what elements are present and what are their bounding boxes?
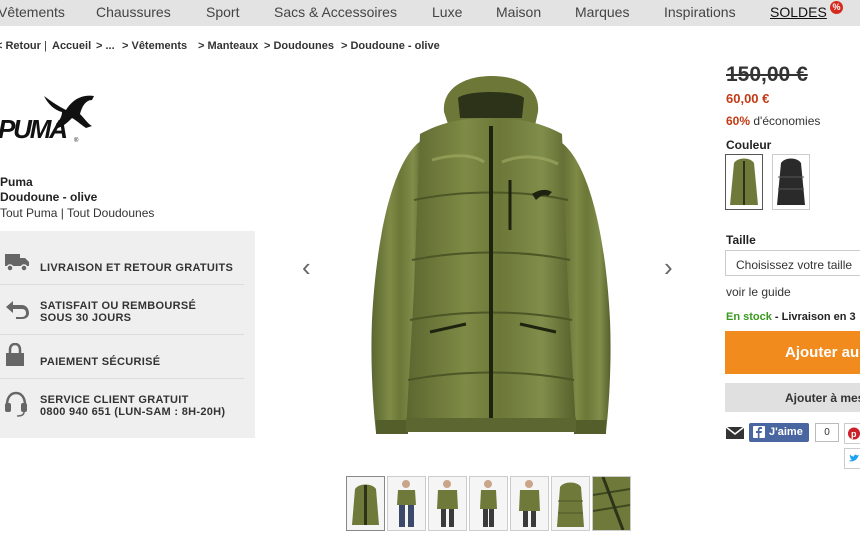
brand-logo[interactable]: PUMA ® — [0, 92, 100, 153]
service-box: LIVRAISON ET RETOUR GRATUITS SATISFAIT O… — [0, 231, 255, 438]
twitter-icon — [849, 454, 859, 462]
product-main-image[interactable] — [362, 70, 620, 442]
headset-icon — [4, 391, 28, 422]
logo-wordmark: PUMA — [0, 114, 68, 144]
nav-item-sacs-accessoires[interactable]: Sacs & Accessoires — [274, 4, 397, 20]
nav-item-inspirations[interactable]: Inspirations — [664, 4, 736, 20]
size-guide-link[interactable]: voir le guide — [726, 285, 791, 299]
stock-label: En stock — [726, 311, 772, 323]
service-customer-line2: 0800 940 651 (LUN-SAM : 8H-20H) — [40, 406, 226, 418]
nav-item-maison[interactable]: Maison — [496, 4, 541, 20]
email-share-icon[interactable] — [725, 425, 745, 446]
nav-item-vetements[interactable]: Vêtements — [0, 4, 65, 20]
thumbnail-5[interactable] — [510, 476, 549, 531]
breadcrumb-manteaux-link[interactable]: > Manteaux — [198, 40, 258, 52]
svg-text:®: ® — [74, 137, 79, 144]
stock-status: En stock - Livraison en 3 — [726, 311, 856, 323]
all-category-link[interactable]: Tout Doudounes — [67, 206, 154, 220]
brand-info: Puma Doudoune - olive Tout Puma | Tout D… — [0, 175, 154, 221]
nav-item-sport[interactable]: Sport — [206, 4, 239, 20]
add-to-cart-button[interactable]: Ajouter au — [725, 331, 860, 374]
color-swatch-olive[interactable] — [725, 154, 763, 210]
color-label: Couleur — [726, 138, 772, 152]
product-name: Doudoune - olive — [0, 190, 98, 204]
savings-percent: 60% — [726, 114, 751, 128]
link-separator: | — [60, 206, 64, 220]
breadcrumb-home-link[interactable]: Accueil — [52, 40, 91, 52]
gallery-next-arrow-icon[interactable]: › — [664, 252, 673, 283]
facebook-icon — [753, 426, 765, 438]
thumbnail-7[interactable] — [592, 476, 631, 531]
breadcrumb-ellipsis-link[interactable]: > ... — [96, 40, 115, 52]
thumbnail-6[interactable] — [551, 476, 590, 531]
lock-icon — [4, 342, 26, 372]
service-payment-line1: PAIEMENT SÉCURISÉ — [40, 356, 161, 368]
jacket-illustration — [371, 76, 611, 434]
divider — [0, 378, 244, 379]
savings-text: 60% d'économies — [726, 114, 820, 128]
facebook-like-count: 0 — [815, 423, 839, 442]
original-price: 150,00 € — [726, 63, 808, 86]
top-navigation: Vêtements Chaussures Sport Sacs & Access… — [0, 0, 860, 26]
size-label: Taille — [726, 233, 756, 247]
thumbnail-1[interactable] — [346, 476, 385, 531]
delivery-info: - Livraison en 3 — [771, 311, 856, 323]
facebook-like-button[interactable]: J'aime — [749, 423, 809, 442]
pinterest-button[interactable]: p — [844, 423, 860, 444]
percent-badge-icon: % — [830, 1, 843, 14]
breadcrumb-vetements-link[interactable]: > Vêtements — [122, 40, 187, 52]
thumbnail-2[interactable] — [387, 476, 426, 531]
divider — [0, 334, 244, 335]
twitter-button[interactable] — [844, 448, 860, 469]
all-brand-link[interactable]: Tout Puma — [0, 206, 57, 220]
color-swatch-black[interactable] — [772, 154, 810, 210]
service-refund-line1: SATISFAIT OU REMBOURSÉ — [40, 300, 197, 312]
breadcrumb-doudounes-link[interactable]: > Doudounes — [264, 40, 334, 52]
gallery-prev-arrow-icon[interactable]: ‹ — [302, 252, 311, 283]
svg-text:p: p — [851, 429, 857, 439]
add-to-wishlist-button[interactable]: Ajouter à mes — [725, 383, 860, 412]
facebook-like-label: J'aime — [769, 426, 803, 438]
savings-label: d'économies — [753, 114, 821, 128]
size-select[interactable]: Choisissez votre taille — [725, 250, 860, 276]
thumbnail-4[interactable] — [469, 476, 508, 531]
brand-links: Tout Puma | Tout Doudounes — [0, 206, 154, 221]
nav-item-soldes[interactable]: SOLDES — [770, 4, 827, 20]
service-customer-line1: SERVICE CLIENT GRATUIT — [40, 394, 189, 406]
breadcrumb-separator: | — [44, 40, 47, 52]
truck-icon — [4, 251, 30, 278]
puma-logo-icon: PUMA ® — [0, 95, 94, 144]
service-delivery-line1: LIVRAISON ET RETOUR GRATUITS — [40, 262, 234, 274]
nav-item-marques[interactable]: Marques — [575, 4, 629, 20]
nav-item-chaussures[interactable]: Chaussures — [96, 4, 171, 20]
breadcrumb-back-link[interactable]: < Retour — [0, 40, 41, 52]
nav-item-luxe[interactable]: Luxe — [432, 4, 462, 20]
breadcrumb-current: > Doudoune - olive — [341, 40, 440, 52]
pinterest-icon: p — [848, 427, 860, 440]
thumbnail-3[interactable] — [428, 476, 467, 531]
divider — [0, 284, 244, 285]
sale-price: 60,00 € — [726, 91, 770, 106]
service-refund-line2: SOUS 30 JOURS — [40, 312, 132, 324]
return-arrow-icon — [4, 299, 30, 324]
brand-name: Puma — [0, 175, 33, 189]
